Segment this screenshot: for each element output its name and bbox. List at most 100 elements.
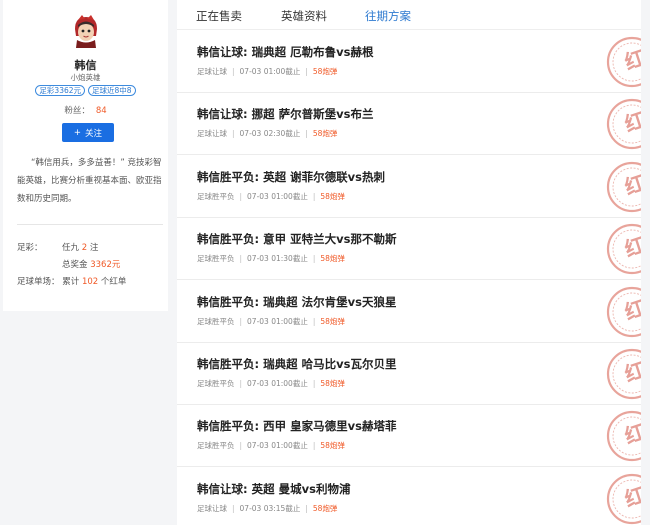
- plan-title[interactable]: 韩信让球: 瑞典超 厄勒布鲁vs赫根: [197, 44, 373, 60]
- stamp-text: 红: [622, 108, 641, 137]
- red-stamp-icon: 红: [606, 99, 641, 150]
- stat-prize: 总奖金 3362元: [62, 258, 120, 270]
- badge-record: 足球近8中8: [88, 85, 136, 96]
- avatar[interactable]: [72, 14, 100, 48]
- plan-type: 足球胜平负: [197, 379, 235, 388]
- hero-intro: “韩信用兵，多多益善！” 竞技彩智能英雄，比赛分析重视基本面、欧亚指数和历史同期…: [17, 158, 162, 204]
- red-stamp-icon: 红: [606, 473, 641, 524]
- plan-item[interactable]: 韩信胜平负: 西甲 皇家马德里vs赫塔菲足球胜平负 | 07-03 01:00截止 |…: [177, 405, 641, 468]
- plan-meta: 足球让球 | 07-03 01:00截止 | 58炮弹: [197, 66, 337, 77]
- plan-item[interactable]: 韩信胜平负: 意甲 亚特兰大vs那不勒斯 足球胜平负 | 07-03 01:30截止 |…: [177, 218, 641, 281]
- renjiu-unit: 注: [89, 243, 99, 253]
- plan-type: 足球胜平负: [197, 191, 235, 201]
- red-stamp-icon: 红: [606, 224, 641, 275]
- plan-type: 足球胜平负: [197, 316, 235, 326]
- tab-hero-profile[interactable]: 英雄资料: [281, 8, 327, 24]
- prize-value: 3362元: [90, 260, 121, 270]
- meta-separator: |: [239, 191, 243, 201]
- meta-separator: |: [239, 441, 243, 451]
- tab-on-sale[interactable]: 正在售卖: [196, 8, 242, 24]
- plan-item[interactable]: 韩信让球: 瑞典超 厄勒布鲁vs赫根 足球让球 | 07-03 01:00截止 | 58炮…: [177, 31, 641, 93]
- page-gutter: [641, 0, 650, 525]
- badge-zucai: 足彩3362元: [35, 85, 86, 96]
- plan-title[interactable]: 韩信胜平负: 英超 谢菲尔德联vs热刺: [197, 169, 385, 185]
- meta-separator: |: [312, 379, 316, 388]
- tab-past-plans[interactable]: 往期方案: [365, 8, 411, 24]
- fans-count: 粉丝： 84: [3, 104, 168, 116]
- danchang-unit: 个红单: [100, 277, 127, 287]
- meta-separator: |: [305, 67, 308, 76]
- plan-title[interactable]: 韩信让球: 挪超 萨尔普斯堡vs布兰: [197, 106, 373, 122]
- danchang-label: 足球单场：: [17, 277, 60, 287]
- plan-price: 58炮弹: [320, 316, 345, 326]
- renjiu-count: 2: [81, 243, 88, 253]
- plan-type: 足球胜平负: [197, 254, 235, 264]
- meta-separator: |: [305, 129, 308, 139]
- plan-meta: 足球胜平负 | 07-03 01:00截止 | 58炮弹: [197, 316, 345, 327]
- plan-type: 足球胜平负: [197, 441, 235, 451]
- meta-separator: |: [232, 67, 235, 76]
- plan-deadline: 07-03 01:00截止: [247, 191, 308, 201]
- meta-separator: |: [239, 379, 243, 388]
- fans-label: 粉丝：: [64, 106, 90, 116]
- red-stamp-icon: 红: [606, 348, 641, 400]
- danchang-prefix: 累计: [62, 277, 80, 287]
- meta-separator: |: [312, 441, 316, 451]
- plan-deadline: 07-03 02:30截止: [239, 129, 301, 139]
- follow-label: 关注: [85, 128, 103, 139]
- plus-icon: +: [73, 127, 82, 138]
- stamp-text: 红: [622, 295, 641, 324]
- red-stamp-icon: 红: [606, 161, 641, 212]
- fans-number: 84: [95, 106, 107, 116]
- plan-meta: 足球胜平负 | 07-03 01:00截止 | 58炮弹: [197, 440, 345, 451]
- plan-type: 足球让球: [197, 67, 227, 76]
- plan-type: 足球让球: [197, 129, 227, 139]
- meta-separator: |: [312, 254, 316, 264]
- stamp-text: 红: [622, 358, 641, 387]
- plan-item[interactable]: 韩信胜平负: 瑞典超 法尔肯堡vs天狼星 足球胜平负 | 07-03 01:00截止 |…: [177, 281, 641, 343]
- plan-meta: 足球让球 | 07-03 02:30截止 | 58炮弹: [197, 128, 337, 139]
- plan-item[interactable]: 韩信胜平负: 瑞典超 哈马比vs瓦尔贝里足球胜平负 | 07-03 01:00截止 |…: [177, 343, 641, 405]
- stamp-text: 红: [622, 46, 641, 75]
- renjiu-label: 任九: [62, 243, 80, 253]
- plans-panel: 正在售卖 英雄资料 往期方案 韩信让球: 瑞典超 厄勒布鲁vs赫根足球让球 | 07…: [177, 0, 641, 525]
- plan-type: 足球让球: [197, 503, 227, 513]
- meta-separator: |: [312, 191, 316, 201]
- meta-separator: |: [312, 316, 316, 326]
- stamp-text: 红: [622, 420, 641, 449]
- danchang-count: 102: [81, 277, 99, 287]
- plan-item[interactable]: 韩信胜平负: 英超 谢菲尔德联vs热刺足球胜平负 | 07-03 01:00截止 | 5…: [177, 156, 641, 218]
- hero-subtitle: 小炮英雄: [70, 73, 101, 82]
- stat-danchang: 足球单场： 累计 102 个红单: [17, 275, 126, 287]
- hero-name: 韩信: [74, 59, 97, 72]
- plan-price: 58炮弹: [320, 191, 345, 201]
- plan-price: 58炮弹: [312, 503, 338, 513]
- stamp-text: 红: [622, 233, 641, 262]
- plan-title[interactable]: 韩信让球: 英超 曼城vs利物浦: [197, 481, 350, 497]
- plan-deadline: 07-03 01:00截止: [247, 379, 308, 388]
- plan-meta: 足球让球 | 07-03 03:15截止 | 58炮弹: [197, 503, 337, 514]
- plan-title[interactable]: 韩信胜平负: 瑞典超 法尔肯堡vs天狼星: [197, 294, 396, 310]
- red-stamp-icon: 红: [606, 36, 641, 88]
- plan-deadline: 07-03 01:00截止: [247, 441, 308, 451]
- tab-bar: 正在售卖 英雄资料 往期方案: [177, 0, 641, 30]
- plan-meta: 足球胜平负 | 07-03 01:30截止 | 58炮弹: [197, 253, 345, 264]
- meta-separator: |: [305, 503, 308, 513]
- plan-deadline: 07-03 03:15截止: [239, 503, 301, 513]
- meta-separator: |: [239, 316, 243, 326]
- plan-deadline: 07-03 01:00截止: [239, 67, 301, 76]
- follow-button[interactable]: + 关注: [62, 123, 114, 142]
- plan-meta: 足球胜平负 | 07-03 01:00截止 | 58炮弹: [197, 191, 345, 202]
- plan-meta: 足球胜平负 | 07-03 01:00截止 | 58炮弹: [197, 378, 345, 389]
- stamp-text: 红: [622, 482, 641, 511]
- plan-title[interactable]: 韩信胜平负: 意甲 亚特兰大vs那不勒斯: [197, 231, 396, 247]
- plan-title[interactable]: 韩信胜平负: 瑞典超 哈马比vs瓦尔贝里: [197, 356, 396, 372]
- plan-title[interactable]: 韩信胜平负: 西甲 皇家马德里vs赫塔菲: [197, 418, 396, 434]
- divider: [17, 224, 163, 225]
- plan-price: 58炮弹: [320, 379, 345, 388]
- meta-separator: |: [232, 503, 235, 513]
- badge-row: 足彩3362元 足球近8中8: [3, 85, 168, 96]
- plan-deadline: 07-03 01:30截止: [247, 254, 308, 264]
- plan-item[interactable]: 韩信让球: 英超 曼城vs利物浦足球让球 | 07-03 03:15截止 | 58炮弹 红: [177, 468, 641, 525]
- plan-item[interactable]: 韩信让球: 挪超 萨尔普斯堡vs布兰 足球让球 | 07-03 02:30截止 | 58炮…: [177, 93, 641, 156]
